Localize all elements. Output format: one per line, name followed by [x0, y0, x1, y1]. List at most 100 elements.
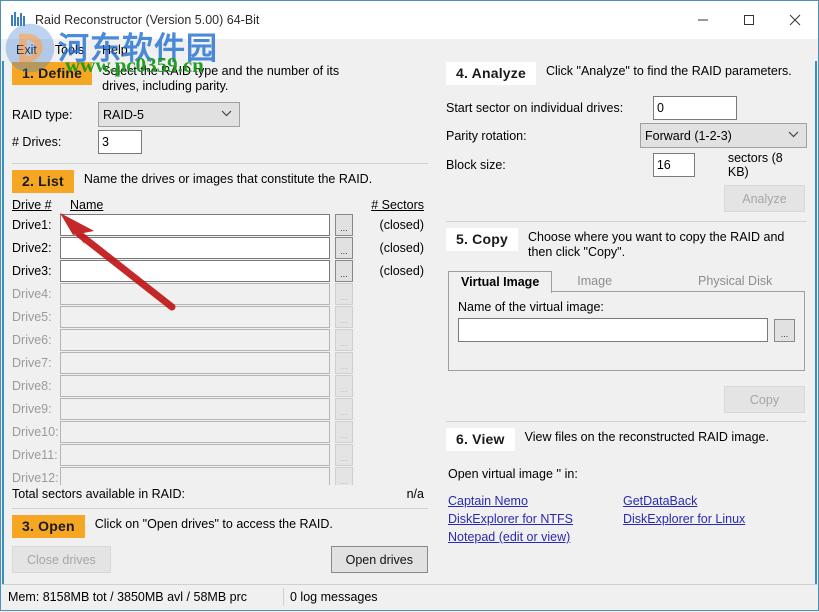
parity-rotation-label: Parity rotation: [446, 128, 527, 143]
minimize-button[interactable] [680, 1, 726, 39]
virtual-image-name-input[interactable] [458, 318, 768, 342]
drive-label: Drive5: [12, 309, 52, 324]
block-size-row: Block size: sectors (8 KB) [438, 148, 815, 179]
drive-label: Drive4: [12, 286, 52, 301]
drive-name-input[interactable] [60, 213, 331, 236]
step-3-badge: 3. Open [12, 515, 85, 538]
analyze-section-header: 4. Analyze Click "Analyze" to find the R… [438, 61, 815, 85]
divider-copy-view [446, 421, 807, 422]
minimize-icon [698, 19, 708, 21]
close-button[interactable] [772, 1, 818, 39]
drive-label: Drive10: [12, 424, 59, 439]
step-2-badge: 2. List [12, 170, 74, 193]
copy-button[interactable]: Copy [724, 386, 805, 413]
drive-name-input [60, 397, 331, 420]
link-notepad[interactable]: Notepad (edit or view) [448, 528, 570, 546]
total-sectors-label: Total sectors available in RAID: [12, 487, 185, 501]
drive-browse-button: ... [335, 282, 353, 305]
list-column-headers: Drive # Name # Sectors [4, 193, 436, 213]
drive-row: Drive4:... [12, 282, 428, 305]
num-drives-label: # Drives: [12, 135, 62, 149]
drive-label: Drive3: [12, 263, 52, 278]
drive-browse-button[interactable]: ... [335, 236, 353, 259]
link-diskexplorer-ntfs[interactable]: DiskExplorer for NTFS [448, 510, 573, 528]
open-buttons-row: Close drives Open drives [4, 538, 436, 573]
drive-label: Drive1: [12, 217, 52, 232]
drive-name-input [60, 305, 331, 328]
view-section-header: 6. View View files on the reconstructed … [438, 428, 815, 451]
link-diskexplorer-linux[interactable]: DiskExplorer for Linux [623, 510, 745, 528]
drive-label: Drive12: [12, 470, 59, 485]
drive-browse-button: ... [335, 374, 353, 397]
divider-analyze-copy [446, 221, 807, 222]
app-window: Raid Reconstructor (Version 5.00) 64-Bit… [0, 0, 819, 611]
total-sectors-value: n/a [406, 487, 424, 501]
tab-image[interactable]: Image [564, 270, 625, 292]
drive-row: Drive10:... [12, 420, 428, 443]
column-header-sectors: # Sectors [371, 198, 424, 212]
virtual-image-name-label: Name of the virtual image: [458, 300, 604, 314]
menu-item-exit[interactable]: Exit [7, 41, 46, 59]
list-section-header: 2. List Name the drives or images that c… [4, 170, 436, 193]
num-drives-input[interactable] [98, 130, 142, 154]
drive-label: Drive9: [12, 401, 52, 416]
drive-browse-button[interactable]: ... [335, 259, 353, 282]
close-drives-button[interactable]: Close drives [12, 546, 111, 573]
drive-browse-button: ... [335, 420, 353, 443]
drive-name-input [60, 466, 331, 485]
left-pane: 1. Define Select the RAID type and the n… [2, 61, 436, 584]
drive-sectors-value: (closed) [379, 263, 424, 278]
drive-browse-button: ... [335, 328, 353, 351]
viewer-links: Captain Nemo DiskExplorer for NTFS Notep… [438, 481, 815, 546]
copy-section-header: 5. Copy Choose where you want to copy th… [438, 228, 815, 260]
drive-list: Drive1:... (closed) Drive2:... (closed) Driv… [4, 213, 436, 485]
menu-item-help[interactable]: Help [93, 41, 137, 59]
maximize-button[interactable] [726, 1, 772, 39]
parity-combo-wrap: Forward (1-2-3) [640, 123, 807, 148]
define-section-header: 1. Define Select the RAID type and the n… [4, 61, 436, 94]
drive-browse-button: ... [335, 351, 353, 374]
num-drives-row: # Drives: [4, 127, 436, 154]
analyze-button-row: Analyze [438, 179, 815, 212]
drive-name-input [60, 328, 331, 351]
drive-label: Drive7: [12, 355, 52, 370]
step-5-badge: 5. Copy [446, 228, 518, 251]
window-title: Raid Reconstructor (Version 5.00) 64-Bit [35, 13, 260, 27]
drive-browse-button[interactable]: ... [335, 213, 353, 236]
copy-tabs: Virtual Image Image Physical Disk [438, 268, 815, 293]
start-sector-row: Start sector on individual drives: [438, 85, 815, 120]
drive-row: Drive8:... [12, 374, 428, 397]
drive-sectors-value: (closed) [379, 217, 424, 232]
column-header-drive: Drive # [12, 198, 52, 212]
menu-item-tools[interactable]: Tools [46, 41, 93, 59]
drive-row: Drive1:... (closed) [12, 213, 428, 236]
drive-name-input[interactable] [60, 259, 331, 282]
drive-name-input [60, 282, 331, 305]
tab-virtual-image[interactable]: Virtual Image [448, 271, 553, 293]
define-description: Select the RAID type and the number of i… [102, 64, 340, 93]
parity-rotation-select[interactable]: Forward (1-2-3) [640, 123, 807, 148]
link-captain-nemo[interactable]: Captain Nemo [448, 492, 528, 510]
drive-name-input [60, 374, 331, 397]
virtual-image-browse-button[interactable]: ... [773, 318, 795, 342]
block-size-input[interactable] [652, 153, 695, 177]
viewer-links-right: GetDataBack DiskExplorer for Linux [623, 492, 745, 546]
tab-physical-disk[interactable]: Physical Disk [685, 270, 785, 292]
drive-name-input[interactable] [60, 236, 331, 259]
link-getdataback[interactable]: GetDataBack [623, 492, 697, 510]
start-sector-input[interactable] [653, 96, 737, 120]
raid-type-select[interactable]: RAID-5 [98, 102, 240, 127]
parity-rotation-row: Parity rotation: Forward (1-2-3) [438, 120, 815, 148]
window-controls [680, 1, 818, 39]
virtual-image-panel: Name of the virtual image: ... [448, 291, 805, 371]
raid-type-row: RAID type: RAID-5 [4, 94, 436, 127]
drive-label: Drive11: [12, 447, 58, 462]
analyze-button[interactable]: Analyze [724, 185, 805, 212]
drive-browse-button: ... [335, 305, 353, 328]
app-icon [11, 12, 27, 28]
step-4-badge: 4. Analyze [446, 62, 536, 85]
drive-label: Drive2: [12, 240, 52, 255]
open-drives-button[interactable]: Open drives [330, 546, 428, 573]
viewer-links-left: Captain Nemo DiskExplorer for NTFS Notep… [448, 492, 623, 546]
drive-browse-button: ... [335, 443, 353, 466]
